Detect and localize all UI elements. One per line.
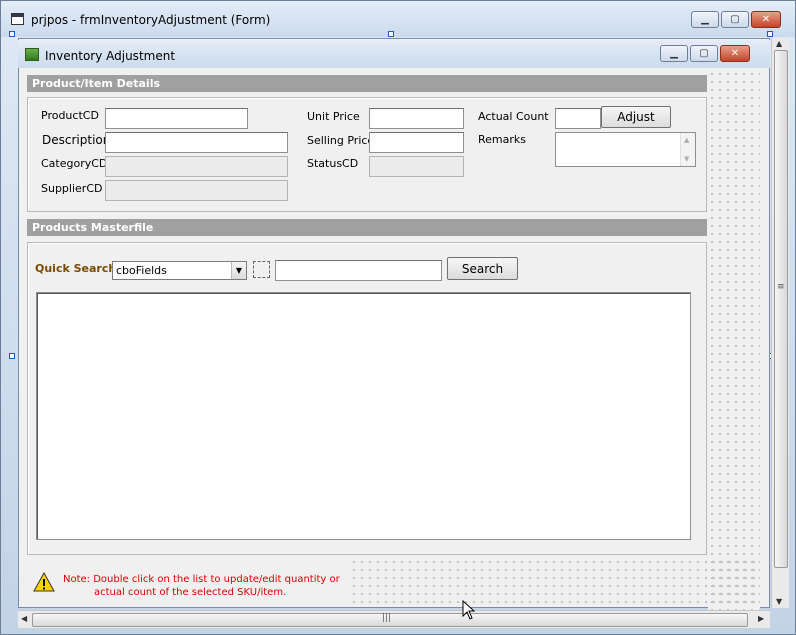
section-header-masterfile: Products Masterfile xyxy=(27,219,707,236)
quick-search-label: Quick Search: xyxy=(35,262,121,275)
adjust-button[interactable]: Adjust xyxy=(601,106,671,128)
note-line-2: actual count of the selected SKU/item. xyxy=(94,587,287,598)
vertical-scrollbar[interactable]: ▲ ≡ ▼ xyxy=(771,38,789,608)
maximize-icon[interactable]: ▢ xyxy=(721,11,749,28)
ide-titlebar: prjpos - frmInventoryAdjustment (Form) ▁… xyxy=(1,1,795,37)
description-field[interactable] xyxy=(105,132,288,153)
grip-icon: ||| xyxy=(382,613,392,623)
section-header-details: Product/Item Details xyxy=(27,75,707,92)
placeholder-control[interactable] xyxy=(253,261,270,278)
product-cd-field[interactable] xyxy=(105,108,248,129)
ide-window-title: prjpos - frmInventoryAdjustment (Form) xyxy=(31,13,271,27)
warning-icon xyxy=(33,572,55,592)
scroll-down-icon[interactable]: ▼ xyxy=(776,597,782,606)
note-text: Note: Double click on the list to update… xyxy=(63,573,340,599)
grip-icon: ≡ xyxy=(777,282,785,292)
scroll-right-icon[interactable]: ▶ xyxy=(758,614,764,623)
remarks-scrollbar[interactable]: ▲ ▼ xyxy=(680,133,695,166)
selling-price-field[interactable] xyxy=(369,132,464,153)
horizontal-scrollbar[interactable]: ◀ ||| ▶ xyxy=(18,610,770,628)
category-cd-label: CategoryCD xyxy=(41,157,108,170)
products-list[interactable] xyxy=(36,292,691,540)
chevron-down-icon[interactable]: ▼ xyxy=(231,262,246,279)
resize-handle[interactable] xyxy=(9,31,15,37)
scroll-up-icon[interactable]: ▲ xyxy=(684,136,689,144)
form-icon xyxy=(25,48,39,61)
remarks-label: Remarks xyxy=(478,133,526,146)
resize-handle[interactable] xyxy=(388,31,394,37)
selling-price-label: Selling Price xyxy=(307,134,375,147)
supplier-cd-field[interactable] xyxy=(105,180,288,201)
vertical-scroll-thumb[interactable] xyxy=(774,50,788,568)
scroll-left-icon[interactable]: ◀ xyxy=(21,614,27,623)
remarks-field[interactable]: ▲ ▼ xyxy=(555,132,696,167)
form-designer-icon xyxy=(11,13,24,25)
scroll-down-icon[interactable]: ▼ xyxy=(684,155,689,163)
status-cd-label: StatusCD xyxy=(307,157,359,170)
search-field-select[interactable]: cboFields ▼ xyxy=(112,261,247,280)
design-grid xyxy=(350,558,760,608)
supplier-cd-label: SupplierCD xyxy=(41,182,103,195)
actual-count-field[interactable] xyxy=(555,108,601,129)
form-window-controls: ▁ ▢ ✕ xyxy=(660,45,750,62)
category-cd-field[interactable] xyxy=(105,156,288,177)
actual-count-label: Actual Count xyxy=(478,110,549,123)
minimize-icon[interactable]: ▁ xyxy=(660,45,688,62)
mouse-cursor-icon xyxy=(462,600,476,620)
form-titlebar: Inventory Adjustment ▁ ▢ ✕ xyxy=(18,40,770,68)
minimize-icon[interactable]: ▁ xyxy=(691,11,719,28)
search-button[interactable]: Search xyxy=(447,257,518,280)
unit-price-label: Unit Price xyxy=(307,110,360,123)
design-grid xyxy=(708,70,760,610)
product-cd-label: ProductCD xyxy=(41,109,99,122)
resize-handle[interactable] xyxy=(9,353,15,359)
ide-window-controls: ▁ ▢ ✕ xyxy=(691,11,781,28)
note-line-1: Note: Double click on the list to update… xyxy=(63,574,340,585)
search-field-value: cboFields xyxy=(116,264,167,277)
form-title: Inventory Adjustment xyxy=(45,49,176,63)
unit-price-field[interactable] xyxy=(369,108,464,129)
description-label: Description xyxy=(42,133,111,147)
close-icon[interactable]: ✕ xyxy=(751,11,781,28)
search-input[interactable] xyxy=(275,260,442,281)
scroll-up-icon[interactable]: ▲ xyxy=(776,39,782,48)
maximize-icon[interactable]: ▢ xyxy=(690,45,718,62)
status-cd-field[interactable] xyxy=(369,156,464,177)
resize-handle[interactable] xyxy=(767,31,773,37)
close-icon[interactable]: ✕ xyxy=(720,45,750,62)
